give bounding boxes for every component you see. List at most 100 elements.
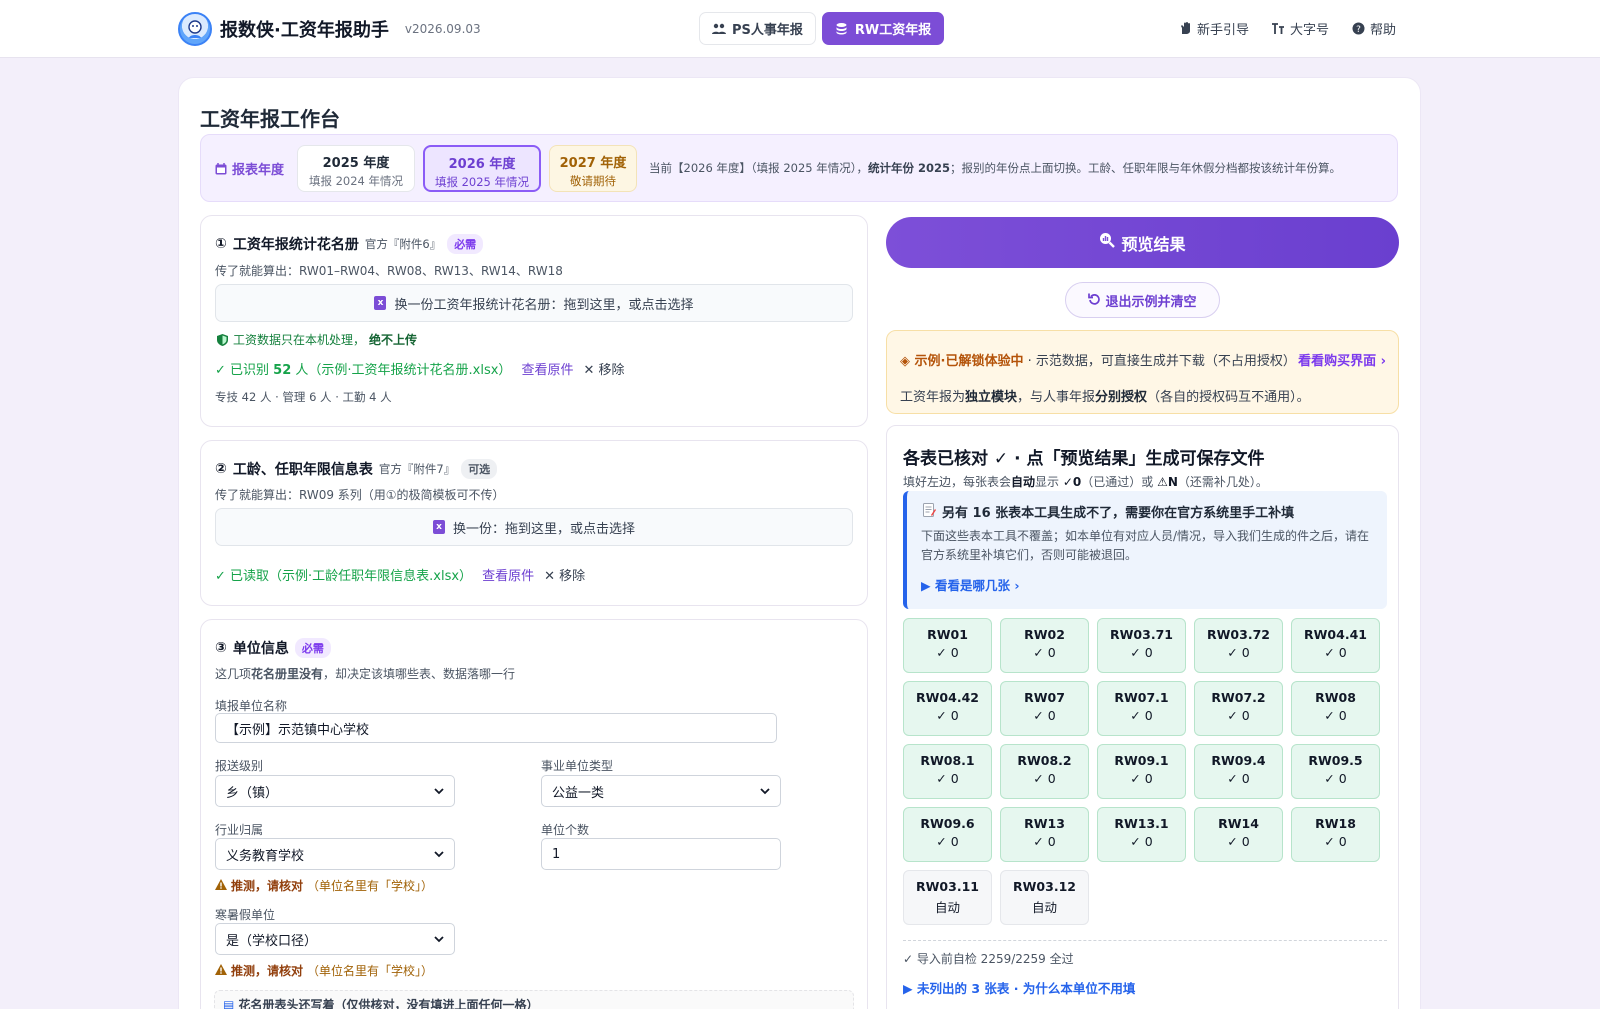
table-status-cell[interactable]: RW02 ✓ 0 (1000, 618, 1089, 673)
seniority-panel-title: 工龄、任职年限信息表 (232, 462, 373, 478)
svg-text:?: ? (1356, 25, 1361, 35)
roster-dropzone[interactable]: x 换一份工资年报统计花名册：拖到这里，或点击选择 (215, 284, 853, 322)
help-icon: ? (1351, 22, 1365, 36)
unlisted-tables-link[interactable]: ▶ 未列出的 3 张表 · 为什么本单位不用填 (903, 978, 1135, 997)
year-option-2027[interactable]: 2027 年度 敬请期待 (549, 145, 637, 192)
view-original-link[interactable]: 查看原件 (482, 565, 534, 584)
check-title: 各表已核对 ✓ · 点「预览结果」生成可保存文件 (903, 449, 1265, 469)
year-option-title: 2026 年度 (448, 157, 516, 172)
table-code: RW08 (1315, 690, 1356, 705)
table-status-cell[interactable]: RW13 ✓ 0 (1000, 807, 1089, 862)
year-note: 当前【2026 年度】（填报 2025 年情况），统计年份 2025；报别的年份… (649, 160, 1341, 176)
table-status-cell[interactable]: RW09.5 ✓ 0 (1291, 744, 1380, 799)
table-status-cell[interactable]: RW18 ✓ 0 (1291, 807, 1380, 862)
table-status-grid: RW01 ✓ 0 RW02 ✓ 0 RW03.71 ✓ 0 RW03.72 ✓ 0 RW04.4… (903, 618, 1387, 925)
table-status-cell[interactable]: RW14 ✓ 0 (1194, 807, 1283, 862)
table-code: RW03.12 (1013, 879, 1076, 894)
unit-info-panel: ③ 单位信息 必需 这几项花名册里没有，却决定该填哪些表、数据落哪一行 填报单位… (200, 619, 868, 1009)
required-badge: 必需 (447, 234, 484, 254)
year-label-text: 报表年度 (232, 163, 285, 178)
exit-demo-button[interactable]: 退出示例并清空 (1065, 282, 1220, 318)
help-label: 帮助 (1370, 23, 1397, 38)
tab-rw-salary[interactable]: RW工资年报 (821, 12, 945, 45)
table-status-cell[interactable]: RW09.4 ✓ 0 (1194, 744, 1283, 799)
seniority-dropzone[interactable]: x 换一份：拖到这里，或点击选择 (215, 508, 853, 546)
app-title: 报数侠·工资年报助手 (220, 20, 389, 41)
unit-type-select[interactable]: 公益一类 (541, 775, 781, 807)
view-original-link[interactable]: 查看原件 (521, 359, 573, 378)
unit-desc-suffix: ，却决定该填哪些表、数据落哪一行 (323, 667, 516, 681)
table-status-cell[interactable]: RW03.72 ✓ 0 (1194, 618, 1283, 673)
table-status-cell[interactable]: RW09.6 ✓ 0 (903, 807, 992, 862)
page-title: 工资年报工作台 (200, 107, 340, 131)
roster-recognized: ✓ 已识别 52 人（示例·工资年报统计花名册.xlsx） (215, 359, 511, 378)
seniority-panel-header: ② 工龄、任职年限信息表 官方『附件7』 可选 (215, 459, 498, 479)
table-code: RW14 (1218, 816, 1259, 831)
guide-link[interactable]: 新手引导 (1178, 19, 1249, 38)
table-status-cell[interactable]: RW03.71 ✓ 0 (1097, 618, 1186, 673)
industry-select[interactable]: 义务教育学校 (215, 838, 455, 870)
year-option-2026[interactable]: 2026 年度 填报 2025 年情况 (423, 145, 541, 192)
remove-file-button[interactable]: ✕ 移除 (544, 565, 585, 584)
module-mid: ，与人事年报 (1017, 390, 1096, 405)
show-tables-link[interactable]: ▶ 看看是哪几张 › (921, 575, 1019, 594)
hand-icon (1178, 22, 1192, 36)
table-status-cell[interactable]: RW08.2 ✓ 0 (1000, 744, 1089, 799)
table-status-cell[interactable]: RW08 ✓ 0 (1291, 681, 1380, 736)
table-status-cell[interactable]: RW07 ✓ 0 (1000, 681, 1089, 736)
table-status-cell[interactable]: RW01 ✓ 0 (903, 618, 992, 673)
preview-results-button[interactable]: 预览结果 (886, 217, 1399, 268)
table-code: RW09.4 (1211, 753, 1266, 768)
demo-status-text: ◈ 示例·已解锁体验中 · 示范数据，可直接生成并下载（不占用授权） (900, 350, 1296, 369)
chevron-down-icon (434, 932, 444, 947)
table-code: RW08.1 (920, 753, 975, 768)
check-sub-auto: 自动 (1011, 475, 1036, 489)
warning-bold: 推测，请核对 (231, 879, 304, 893)
table-status-cell[interactable]: RW04.42 ✓ 0 (903, 681, 992, 736)
vacation-select[interactable]: 是（学校口径） (215, 923, 455, 955)
year-note-bold: 统计年份 2025 (868, 161, 951, 175)
roster-upload-panel: ① 工资年报统计花名册 官方『附件6』 必需 传了就能算出：RW01–RW04、… (200, 215, 868, 427)
unit-name-input[interactable] (215, 713, 777, 743)
unit-count-input[interactable] (541, 838, 781, 870)
table-status-cell[interactable]: RW08.1 ✓ 0 (903, 744, 992, 799)
exit-demo-label: 退出示例并清空 (1105, 294, 1197, 310)
manual-fill-notice: 另有 16 张表本工具生成不了，需要你在官方系统里手工补填 下面这些表本工具不覆… (903, 491, 1387, 609)
table-code: RW02 (1024, 627, 1065, 642)
manual-fill-body: 下面这些表本工具不覆盖；如本单位有对应人员/情况，导入我们生成的件之后，请在官方… (921, 529, 1370, 562)
chevron-down-icon (760, 784, 770, 799)
unit-type-value: 公益一类 (552, 785, 605, 801)
optional-badge: 可选 (461, 459, 498, 479)
unit-desc-prefix: 这几项 (215, 667, 252, 681)
level-select[interactable]: 乡（镇） (215, 775, 455, 807)
table-status-cell[interactable]: RW09.1 ✓ 0 (1097, 744, 1186, 799)
privacy-note: 工资数据只在本机处理， 绝不上传 (215, 331, 417, 348)
table-code: RW07.2 (1211, 690, 1266, 705)
table-code: RW03.11 (916, 879, 979, 894)
manual-fill-title-text: 另有 16 张表本工具生成不了，需要你在官方系统里手工补填 (942, 506, 1295, 521)
table-code: RW07.1 (1114, 690, 1169, 705)
table-check-status: ✓ 0 (1227, 645, 1250, 660)
table-status-cell[interactable]: RW03.12 自动 (1000, 870, 1089, 925)
table-status-cell[interactable]: RW07.1 ✓ 0 (1097, 681, 1186, 736)
font-size-link[interactable]: 大字号 (1271, 19, 1329, 38)
table-status-cell[interactable]: RW04.41 ✓ 0 (1291, 618, 1380, 673)
help-link[interactable]: ? 帮助 (1351, 19, 1396, 38)
year-option-2025[interactable]: 2025 年度 填报 2024 年情况 (297, 145, 415, 192)
table-code: RW01 (927, 627, 968, 642)
unit-type-label: 事业单位类型 (541, 759, 614, 773)
remove-file-button[interactable]: ✕ 移除 (583, 359, 624, 378)
brand[interactable]: 报数侠·工资年报助手 v2026.09.03 (178, 12, 481, 46)
roster-panel-title: 工资年报统计花名册 (232, 237, 359, 253)
tab-label: RW工资年报 (854, 23, 932, 38)
table-code: RW07 (1024, 690, 1065, 705)
tab-ps-personnel[interactable]: PS人事年报 (699, 12, 816, 45)
excel-file-icon: x (374, 296, 387, 310)
table-code: RW08.2 (1017, 753, 1072, 768)
roster-header-note[interactable]: ▤ 花名册表头还写着（仅供核对，没有填进上面任何一格） (214, 990, 854, 1009)
table-status-cell[interactable]: RW07.2 ✓ 0 (1194, 681, 1283, 736)
seniority-desc: 传了就能算出：RW09 系列（用①的极简模板可不传） (215, 488, 505, 502)
table-status-cell[interactable]: RW13.1 ✓ 0 (1097, 807, 1186, 862)
table-status-cell[interactable]: RW03.11 自动 (903, 870, 992, 925)
view-purchase-link[interactable]: 看看购买界面 › (1298, 350, 1386, 369)
